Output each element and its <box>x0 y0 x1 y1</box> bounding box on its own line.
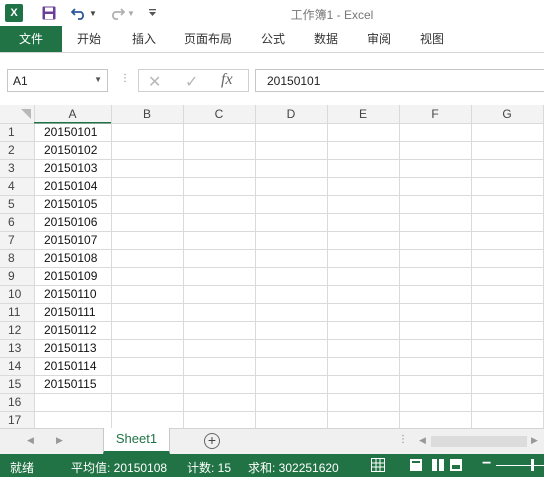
status-ready: 就绪 <box>10 461 35 475</box>
formula-buttons: ✕ ✓ fx <box>138 69 249 92</box>
cell-a3[interactable]: 20150103 <box>34 159 111 177</box>
sheet-prev-icon[interactable]: ◀ <box>27 435 34 446</box>
cell-a12[interactable]: 20150112 <box>34 321 111 339</box>
page-layout-view-icon[interactable] <box>409 458 423 472</box>
row-header-7[interactable]: 7 <box>0 231 34 249</box>
normal-view-icon[interactable] <box>371 458 385 472</box>
formula-bar-resize-icon[interactable]: ⋮ <box>120 73 130 84</box>
scroll-left-icon[interactable]: ◀ <box>419 435 426 446</box>
title-bar: X ▼ ▼ 工作簿1 - Excel <box>0 0 544 26</box>
tab-review[interactable]: 审阅 <box>356 26 402 52</box>
sheet-tab-bar: ◀ ▶ Sheet1 + ⋮ ◀ ▶ <box>0 428 544 454</box>
tab-split-handle-icon[interactable]: ⋮ <box>398 434 408 445</box>
sheet-next-icon[interactable]: ▶ <box>56 435 63 446</box>
add-sheet-icon[interactable]: + <box>204 433 220 449</box>
status-average: 平均值: 20150108 <box>71 461 168 475</box>
formula-value: 20150101 <box>267 74 321 88</box>
zoom-slider-thumb[interactable] <box>531 459 534 471</box>
row-header-16[interactable]: 16 <box>0 393 34 411</box>
row-header-6[interactable]: 6 <box>0 213 34 231</box>
column-header-f[interactable]: F <box>399 105 471 123</box>
zoom-slider[interactable] <box>496 465 544 466</box>
sheet-tab-sheet1[interactable]: Sheet1 <box>103 428 170 454</box>
cell-a2[interactable]: 20150102 <box>34 141 111 159</box>
row-header-17[interactable]: 17 <box>0 411 34 428</box>
tab-file[interactable]: 文件 <box>0 26 62 52</box>
column-header-c[interactable]: C <box>183 105 255 123</box>
status-count: 计数: 15 <box>187 461 232 475</box>
tab-formulas[interactable]: 公式 <box>250 26 296 52</box>
formula-input[interactable]: 20150101 <box>255 69 544 92</box>
name-box-value: A1 <box>13 74 28 88</box>
window-title: 工作簿1 - Excel <box>290 8 374 22</box>
column-header-g[interactable]: G <box>471 105 543 123</box>
scroll-right-icon[interactable]: ▶ <box>531 435 538 446</box>
page-break-view-icon[interactable] <box>431 458 445 472</box>
row-header-13[interactable]: 13 <box>0 339 34 357</box>
row-header-4[interactable]: 4 <box>0 177 34 195</box>
row-header-11[interactable]: 11 <box>0 303 34 321</box>
cell-a4[interactable]: 20150104 <box>34 177 111 195</box>
name-box[interactable]: A1 ▼ <box>7 69 108 92</box>
row-header-3[interactable]: 3 <box>0 159 34 177</box>
column-header-d[interactable]: D <box>255 105 327 123</box>
ribbon-tabs: 文件 开始 插入 页面布局 公式 数据 审阅 视图 <box>0 26 544 53</box>
row-header-14[interactable]: 14 <box>0 357 34 375</box>
column-header-e[interactable]: E <box>327 105 399 123</box>
insert-function-icon[interactable]: fx <box>221 71 233 89</box>
row-header-5[interactable]: 5 <box>0 195 34 213</box>
row-header-12[interactable]: 12 <box>0 321 34 339</box>
cancel-icon[interactable]: ✕ <box>148 72 161 92</box>
tab-insert[interactable]: 插入 <box>121 26 167 52</box>
cell-a11[interactable]: 20150111 <box>34 303 111 321</box>
row-header-10[interactable]: 10 <box>0 285 34 303</box>
check-icon[interactable]: ✓ <box>185 72 198 92</box>
status-sum: 求和: 302251620 <box>248 461 339 475</box>
tab-view[interactable]: 视图 <box>409 26 455 52</box>
cell-a1[interactable]: 20150101 <box>34 123 111 141</box>
column-header-b[interactable]: B <box>111 105 183 123</box>
zoom-out-icon[interactable]: − <box>482 455 491 473</box>
tab-home[interactable]: 开始 <box>66 26 112 52</box>
tab-page-layout[interactable]: 页面布局 <box>176 26 240 52</box>
row-header-2[interactable]: 2 <box>0 141 34 159</box>
custom-view-icon[interactable] <box>449 458 463 472</box>
cell-a8[interactable]: 20150108 <box>34 249 111 267</box>
cell-a6[interactable]: 20150106 <box>34 213 111 231</box>
cell-a7[interactable]: 20150107 <box>34 231 111 249</box>
cell-a9[interactable]: 20150109 <box>34 267 111 285</box>
row-header-9[interactable]: 9 <box>0 267 34 285</box>
cell-a14[interactable]: 20150114 <box>34 357 111 375</box>
row-header-8[interactable]: 8 <box>0 249 34 267</box>
cell-a13[interactable]: 20150113 <box>34 339 111 357</box>
horizontal-scrollbar[interactable] <box>431 436 527 447</box>
formula-bar: A1 ▼ ⋮ ✕ ✓ fx 20150101 <box>0 53 544 105</box>
status-bar: 就绪 平均值: 20150108 计数: 15 求和: 302251620 − <box>0 454 544 477</box>
cell-a15[interactable]: 20150115 <box>34 375 111 393</box>
chevron-down-icon[interactable]: ▼ <box>94 75 102 84</box>
row-header-15[interactable]: 15 <box>0 375 34 393</box>
row-header-1[interactable]: 1 <box>0 123 34 141</box>
cell-a10[interactable]: 20150110 <box>34 285 111 303</box>
cell-a5[interactable]: 20150105 <box>34 195 111 213</box>
column-header-a[interactable]: A <box>34 105 111 123</box>
tab-data[interactable]: 数据 <box>303 26 349 52</box>
worksheet-grid: ABCDEFG 1 2 3 4 5 6 7 8 9 10 11 12 13 14 15 16 17 201501… <box>0 105 544 428</box>
